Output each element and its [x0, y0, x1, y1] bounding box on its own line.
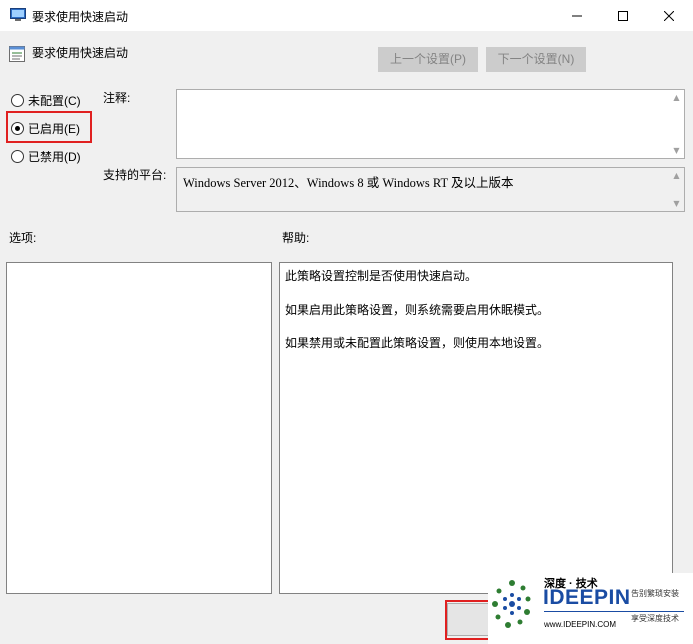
help-panel: 此策略设置控制是否使用快速启动。 如果启用此策略设置，则系统需要启用休眠模式。 …: [279, 262, 673, 594]
comment-label: 注释:: [103, 91, 131, 105]
watermark-url: www.IDEEPIN.COM: [544, 620, 617, 629]
close-button[interactable]: [646, 0, 692, 31]
close-icon: [664, 10, 674, 21]
platform-value: Windows Server 2012、Windows 8 或 Windows …: [183, 176, 514, 190]
radio-circle: [11, 150, 24, 163]
scroll-up-icon[interactable]: ▲: [669, 168, 684, 183]
platform-label: 支持的平台:: [103, 168, 167, 182]
watermark-divider: [544, 611, 684, 612]
window-title: 要求使用快速启动: [32, 10, 129, 24]
next-setting-button[interactable]: 下一个设置(N): [486, 47, 586, 72]
options-label: 选项:: [9, 231, 37, 245]
policy-app-icon: [10, 8, 26, 21]
platform-field: Windows Server 2012、Windows 8 或 Windows …: [176, 167, 685, 212]
radio-label: 已禁用(D): [28, 150, 81, 164]
watermark-slogan: 享受深度技术: [631, 614, 679, 623]
help-text: 如果禁用或未配置此策略设置，则使用本地设置。: [285, 336, 550, 350]
watermark-name: IDEEPIN: [543, 586, 631, 609]
radio-circle: [11, 94, 24, 107]
watermark: 深度 · 技术 IDEEPIN www.IDEEPIN.COM 告别繁琐安装 享…: [488, 573, 693, 644]
title-bar: 要求使用快速启动: [0, 0, 693, 31]
watermark-logo-icon: [492, 580, 531, 628]
watermark-slogan: 告别繁琐安装: [631, 589, 679, 598]
comment-textarea[interactable]: ▲ ▼: [176, 89, 685, 159]
minimize-icon: [572, 15, 582, 16]
radio-label: 未配置(C): [28, 94, 81, 108]
options-panel: [6, 262, 272, 594]
comment-scrollbar[interactable]: ▲ ▼: [669, 90, 684, 158]
radio-disabled[interactable]: 已禁用(D): [11, 148, 81, 165]
policy-setting-icon: [9, 46, 25, 62]
maximize-button[interactable]: [600, 0, 646, 31]
scroll-down-icon[interactable]: ▼: [669, 196, 684, 211]
setting-title: 要求使用快速启动: [32, 46, 129, 60]
help-text: 此策略设置控制是否使用快速启动。: [285, 269, 478, 283]
help-text: 如果启用此策略设置，则系统需要启用休眠模式。: [285, 303, 550, 317]
annotation-highlight-enabled: [6, 111, 92, 143]
previous-setting-button[interactable]: 上一个设置(P): [378, 47, 478, 72]
scroll-up-icon[interactable]: ▲: [669, 90, 684, 105]
radio-not-configured[interactable]: 未配置(C): [11, 92, 81, 109]
minimize-button[interactable]: [554, 0, 600, 31]
scroll-down-icon[interactable]: ▼: [669, 143, 684, 158]
maximize-icon: [618, 10, 628, 21]
platform-scrollbar[interactable]: ▲ ▼: [669, 168, 684, 211]
help-label: 帮助:: [282, 231, 310, 245]
